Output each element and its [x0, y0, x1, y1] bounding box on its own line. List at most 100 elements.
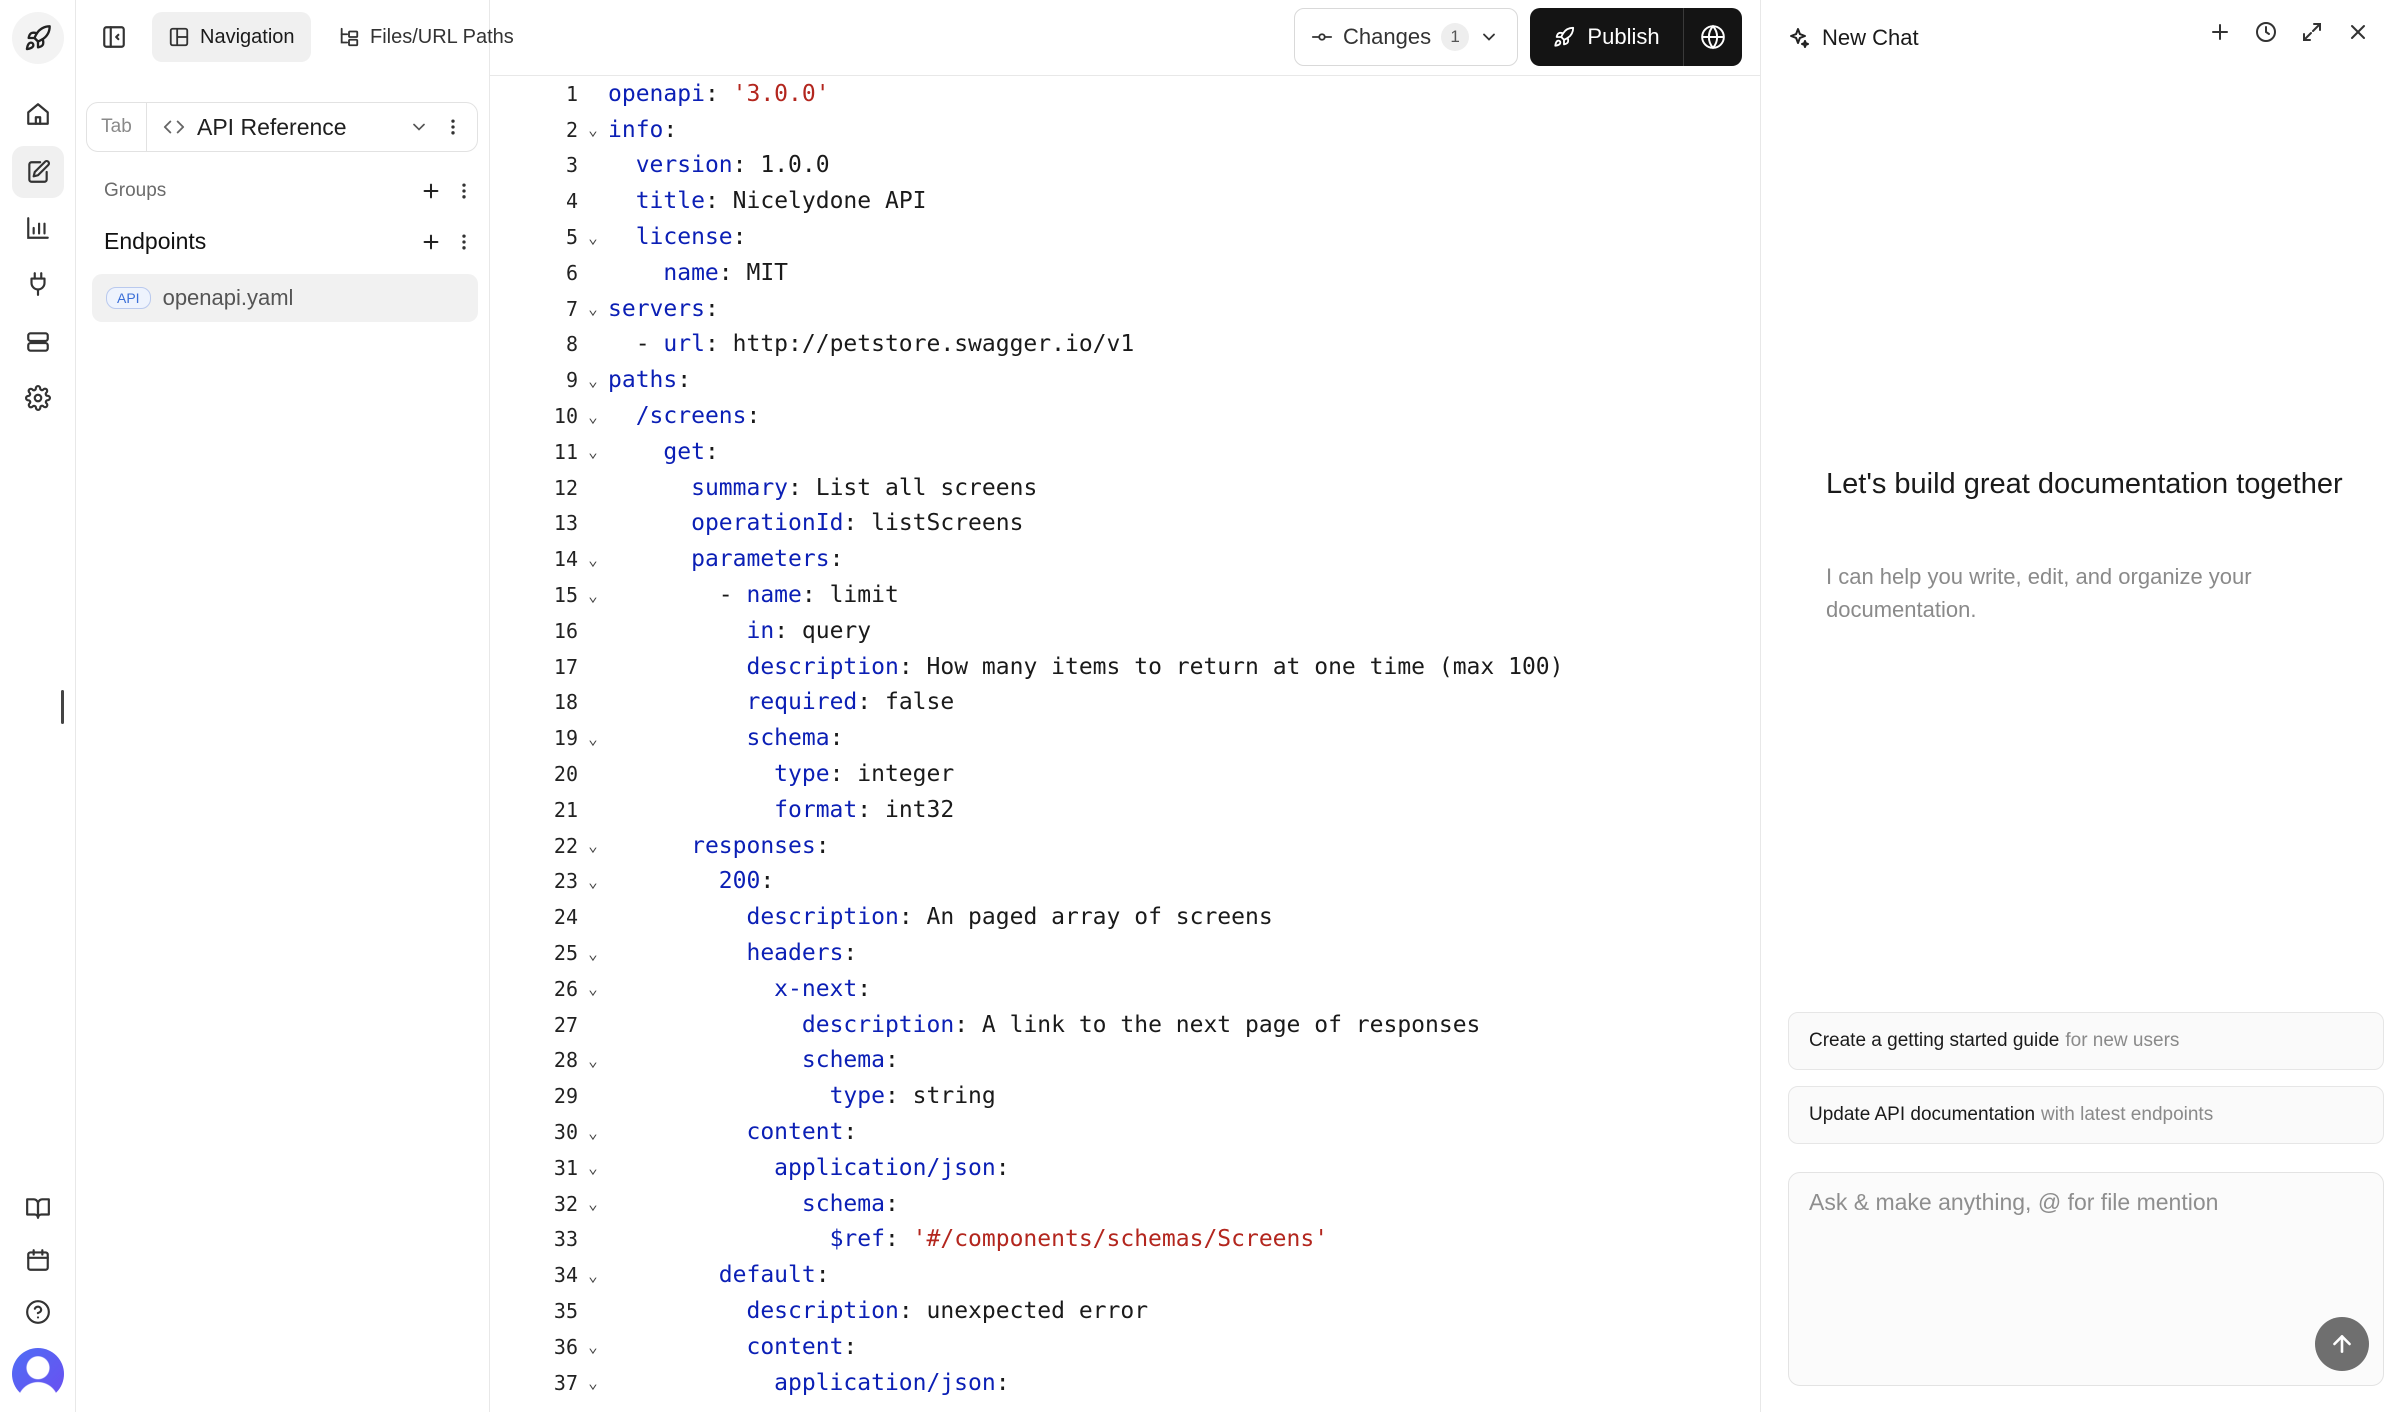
- more-vertical-icon[interactable]: [443, 117, 463, 137]
- code-line[interactable]: 10 ⌄ /screens:: [490, 398, 760, 434]
- fold-chevron-icon[interactable]: ⌄: [578, 586, 608, 605]
- yaml-key: openapi: [608, 80, 705, 107]
- suggestion-update-api[interactable]: Update API documentation with latest end…: [1788, 1086, 2384, 1144]
- suggestion-getting-started[interactable]: Create a getting started guide for new u…: [1788, 1012, 2384, 1070]
- code-line[interactable]: 11 ⌄ get:: [490, 434, 719, 470]
- add-endpoint-plus-icon[interactable]: [420, 231, 442, 253]
- code-line[interactable]: 12 summary: List all screens: [490, 470, 1037, 506]
- code-line[interactable]: 27 description: A link to the next page …: [490, 1007, 1481, 1043]
- fold-chevron-icon[interactable]: ⌄: [578, 120, 608, 139]
- expand-icon[interactable]: [2300, 20, 2324, 44]
- close-icon[interactable]: [2346, 20, 2370, 44]
- yaml-value: '#/components/schemas/Screens': [912, 1226, 1329, 1253]
- globe-icon[interactable]: [1684, 8, 1742, 66]
- fold-chevron-icon[interactable]: ⌄: [578, 729, 608, 748]
- code-line[interactable]: 13 operationId: listScreens: [490, 506, 1024, 542]
- groups-more-icon[interactable]: [454, 181, 474, 201]
- code-line[interactable]: 14 ⌄ parameters:: [490, 541, 844, 577]
- analytics-icon[interactable]: [12, 202, 64, 254]
- line-number: 26: [553, 976, 578, 1001]
- code-line[interactable]: 1 openapi: '3.0.0': [490, 76, 830, 112]
- edit-icon[interactable]: [12, 146, 64, 198]
- code-line[interactable]: 34 ⌄ default:: [490, 1257, 830, 1293]
- sidebar-toggle-icon[interactable]: [92, 18, 136, 56]
- code-line[interactable]: 22 ⌄ responses:: [490, 828, 830, 864]
- code-line[interactable]: 2 ⌄ info:: [490, 112, 677, 148]
- chevron-down-icon[interactable]: [409, 117, 429, 137]
- database-icon[interactable]: [12, 316, 64, 368]
- send-arrow-icon[interactable]: [2315, 1317, 2369, 1371]
- gear-icon[interactable]: [12, 372, 64, 424]
- code-line[interactable]: 21 format: int32: [490, 792, 954, 828]
- code-line[interactable]: 24 description: An paged array of screen…: [490, 899, 1273, 935]
- tab-navigation[interactable]: Navigation: [152, 12, 311, 62]
- code-line[interactable]: 9 ⌄ paths:: [490, 362, 691, 398]
- fold-chevron-icon[interactable]: ⌄: [578, 550, 608, 569]
- suggestion-muted: with latest endpoints: [2041, 1104, 2214, 1125]
- plug-icon[interactable]: [12, 258, 64, 310]
- code-line[interactable]: 36 ⌄ content:: [490, 1329, 857, 1365]
- home-icon[interactable]: [12, 88, 64, 140]
- code-line[interactable]: 5 ⌄ license:: [490, 219, 747, 255]
- fold-chevron-icon[interactable]: ⌄: [578, 1373, 608, 1392]
- code-line[interactable]: 30 ⌄ content:: [490, 1114, 857, 1150]
- code-line[interactable]: 31 ⌄ application/json:: [490, 1150, 1010, 1186]
- add-group-plus-icon[interactable]: [420, 180, 442, 202]
- help-icon[interactable]: [12, 1286, 64, 1338]
- yaml-separator: :: [857, 689, 885, 716]
- fold-chevron-icon[interactable]: ⌄: [578, 1158, 608, 1177]
- fold-chevron-icon[interactable]: ⌄: [578, 979, 608, 998]
- chat-input[interactable]: [1809, 1189, 2363, 1319]
- code-line[interactable]: 37 ⌄ application/json:: [490, 1365, 1010, 1401]
- fold-chevron-icon[interactable]: ⌄: [578, 1337, 608, 1356]
- fold-chevron-icon[interactable]: ⌄: [578, 944, 608, 963]
- publish-button[interactable]: Publish: [1530, 8, 1684, 66]
- code-line[interactable]: 20 type: integer: [490, 756, 954, 792]
- code-line[interactable]: 19 ⌄ schema:: [490, 720, 844, 756]
- code-line[interactable]: 4 title: Nicelydone API: [490, 183, 927, 219]
- avatar[interactable]: [12, 1348, 64, 1400]
- fold-chevron-icon[interactable]: ⌄: [578, 228, 608, 247]
- code-editor[interactable]: 1 openapi: '3.0.0' 2 ⌄ info:3 version: 1.0.0…: [490, 76, 1760, 1412]
- resize-handle[interactable]: [61, 690, 64, 724]
- fold-chevron-icon[interactable]: ⌄: [578, 442, 608, 461]
- new-chat-plus-icon[interactable]: [2208, 20, 2232, 44]
- fold-chevron-icon[interactable]: ⌄: [578, 1194, 608, 1213]
- code-line[interactable]: 23 ⌄ 200:: [490, 864, 774, 900]
- code-line[interactable]: 18 required: false: [490, 685, 954, 721]
- code-line[interactable]: 35 description: unexpected error: [490, 1293, 1148, 1329]
- code-line[interactable]: 7 ⌄ servers:: [490, 291, 719, 327]
- code-line[interactable]: 16 in: query: [490, 613, 871, 649]
- tab-files[interactable]: Files/URL Paths: [322, 12, 530, 62]
- fold-chevron-icon[interactable]: ⌄: [578, 836, 608, 855]
- code-line[interactable]: 28 ⌄ schema:: [490, 1043, 899, 1079]
- code-line[interactable]: 26 ⌄ x-next:: [490, 971, 871, 1007]
- fold-chevron-icon[interactable]: ⌄: [578, 1266, 608, 1285]
- sidebar-item-openapi-yaml[interactable]: API openapi.yaml: [92, 274, 478, 322]
- code-line[interactable]: 25 ⌄ headers:: [490, 935, 857, 971]
- code-line[interactable]: 33 $ref: '#/components/schemas/Screens': [490, 1222, 1328, 1258]
- changes-button[interactable]: Changes 1: [1294, 8, 1518, 66]
- history-icon[interactable]: [2254, 20, 2278, 44]
- endpoints-more-icon[interactable]: [454, 232, 474, 252]
- tab-selector[interactable]: Tab API Reference: [86, 102, 478, 152]
- code-line[interactable]: 3 version: 1.0.0: [490, 148, 830, 184]
- fold-chevron-icon[interactable]: ⌄: [578, 407, 608, 426]
- fold-chevron-icon[interactable]: ⌄: [578, 872, 608, 891]
- code-line[interactable]: 17 description: How many items to return…: [490, 649, 1564, 685]
- fold-chevron-icon[interactable]: ⌄: [578, 299, 608, 318]
- book-icon[interactable]: [12, 1182, 64, 1234]
- rocket-icon[interactable]: [12, 12, 64, 64]
- calendar-icon[interactable]: [12, 1234, 64, 1286]
- yaml-key: schema: [801, 1190, 885, 1217]
- code-line[interactable]: 29 type: string: [490, 1078, 996, 1114]
- fold-chevron-icon[interactable]: ⌄: [578, 1123, 608, 1142]
- code-line[interactable]: 32 ⌄ schema:: [490, 1186, 899, 1222]
- code-line[interactable]: 6 name: MIT: [490, 255, 788, 291]
- fold-chevron-icon[interactable]: ⌄: [578, 371, 608, 390]
- code-line[interactable]: 8 - url: http://petstore.swagger.io/v1: [490, 327, 1134, 363]
- code-line[interactable]: 15 ⌄ - name: limit: [490, 577, 899, 613]
- fold-chevron-icon[interactable]: ⌄: [578, 1051, 608, 1070]
